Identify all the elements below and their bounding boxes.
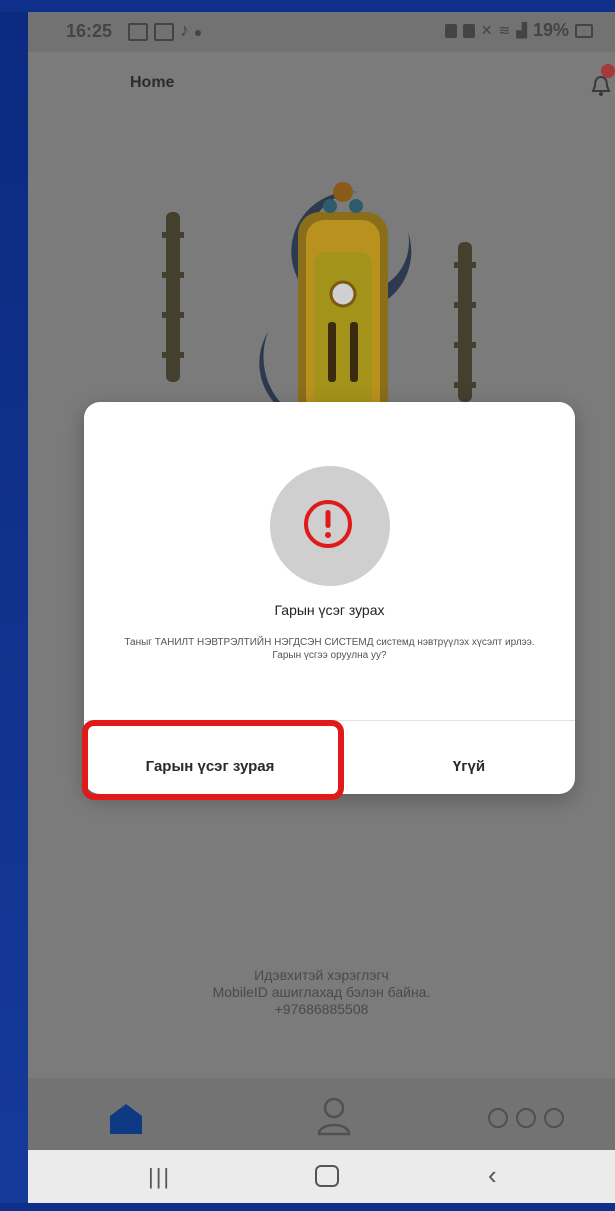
battery-level: 19% [532,20,569,40]
phone-number: +97686885508 [274,1001,369,1017]
android-home-icon[interactable] [315,1165,339,1187]
frame-left [0,0,28,1211]
notification-dot-icon [195,30,201,36]
frame-bottom [0,1203,615,1211]
dialog-divider [84,720,575,721]
background-info: Идэвхитэй хэрэглэгч MobileID ашиглахад б… [28,967,615,1018]
status-icons-right: ✕ ≋ ▟ 19% [444,20,593,41]
android-nav-bar: ||| ‹ [28,1150,615,1203]
battery-icon [575,23,593,38]
gallery-icon [128,23,148,41]
more-dot [488,1108,508,1128]
screen-icon [154,23,174,41]
status-time: 16:25 [66,21,113,41]
signal-icon: ▟ [516,22,527,38]
tiktok-icon: ♪ [180,20,189,40]
more-dot [516,1108,536,1128]
back-icon[interactable]: ‹ [488,1160,497,1191]
app-logo [162,182,476,422]
page-title: Home [130,74,175,91]
status-bar: 16:25 ♪ ✕ ≋ ▟ 19% [28,12,615,52]
lock-icon [444,23,457,38]
more-icon[interactable] [488,1108,564,1128]
signature-dialog: Гарын үсэг зурах Таныг ТАНИЛТ НЭВТРЭЛТИЙ… [84,402,575,794]
home-icon[interactable] [108,1102,144,1136]
bottom-nav [28,1078,615,1160]
sign-button[interactable]: Гарын үсэг зурая [120,748,300,784]
more-dot [544,1108,564,1128]
user-icon[interactable] [316,1096,352,1136]
mobileid-ready-line: MobileID ашиглахад бэлэн байна. [212,984,431,1000]
cancel-button[interactable]: Үгүй [414,748,524,784]
alert-circle-icon [304,500,352,548]
wifi-icon: ≋ [498,22,511,38]
sim-icon [462,23,475,38]
status-icons-left: ♪ [128,20,201,41]
dialog-title: Гарын үсэг зурах [274,602,385,618]
notification-badge [601,64,615,78]
recent-apps-icon[interactable]: ||| [148,1164,171,1190]
user-status-line: Идэвхитэй хэрэглэгч [254,967,389,983]
dialog-message: Таныг ТАНИЛТ НЭВТРЭЛТИЙН НЭГДСЭН СИСТЕМД… [124,637,535,661]
frame-top [0,0,615,12]
mute-icon: ✕ [480,22,493,38]
alert-icon-circle [270,466,390,586]
phone-screen: 16:25 ♪ ✕ ≋ ▟ 19% Home Идэвхитэй хэрэглэ… [28,12,615,1203]
